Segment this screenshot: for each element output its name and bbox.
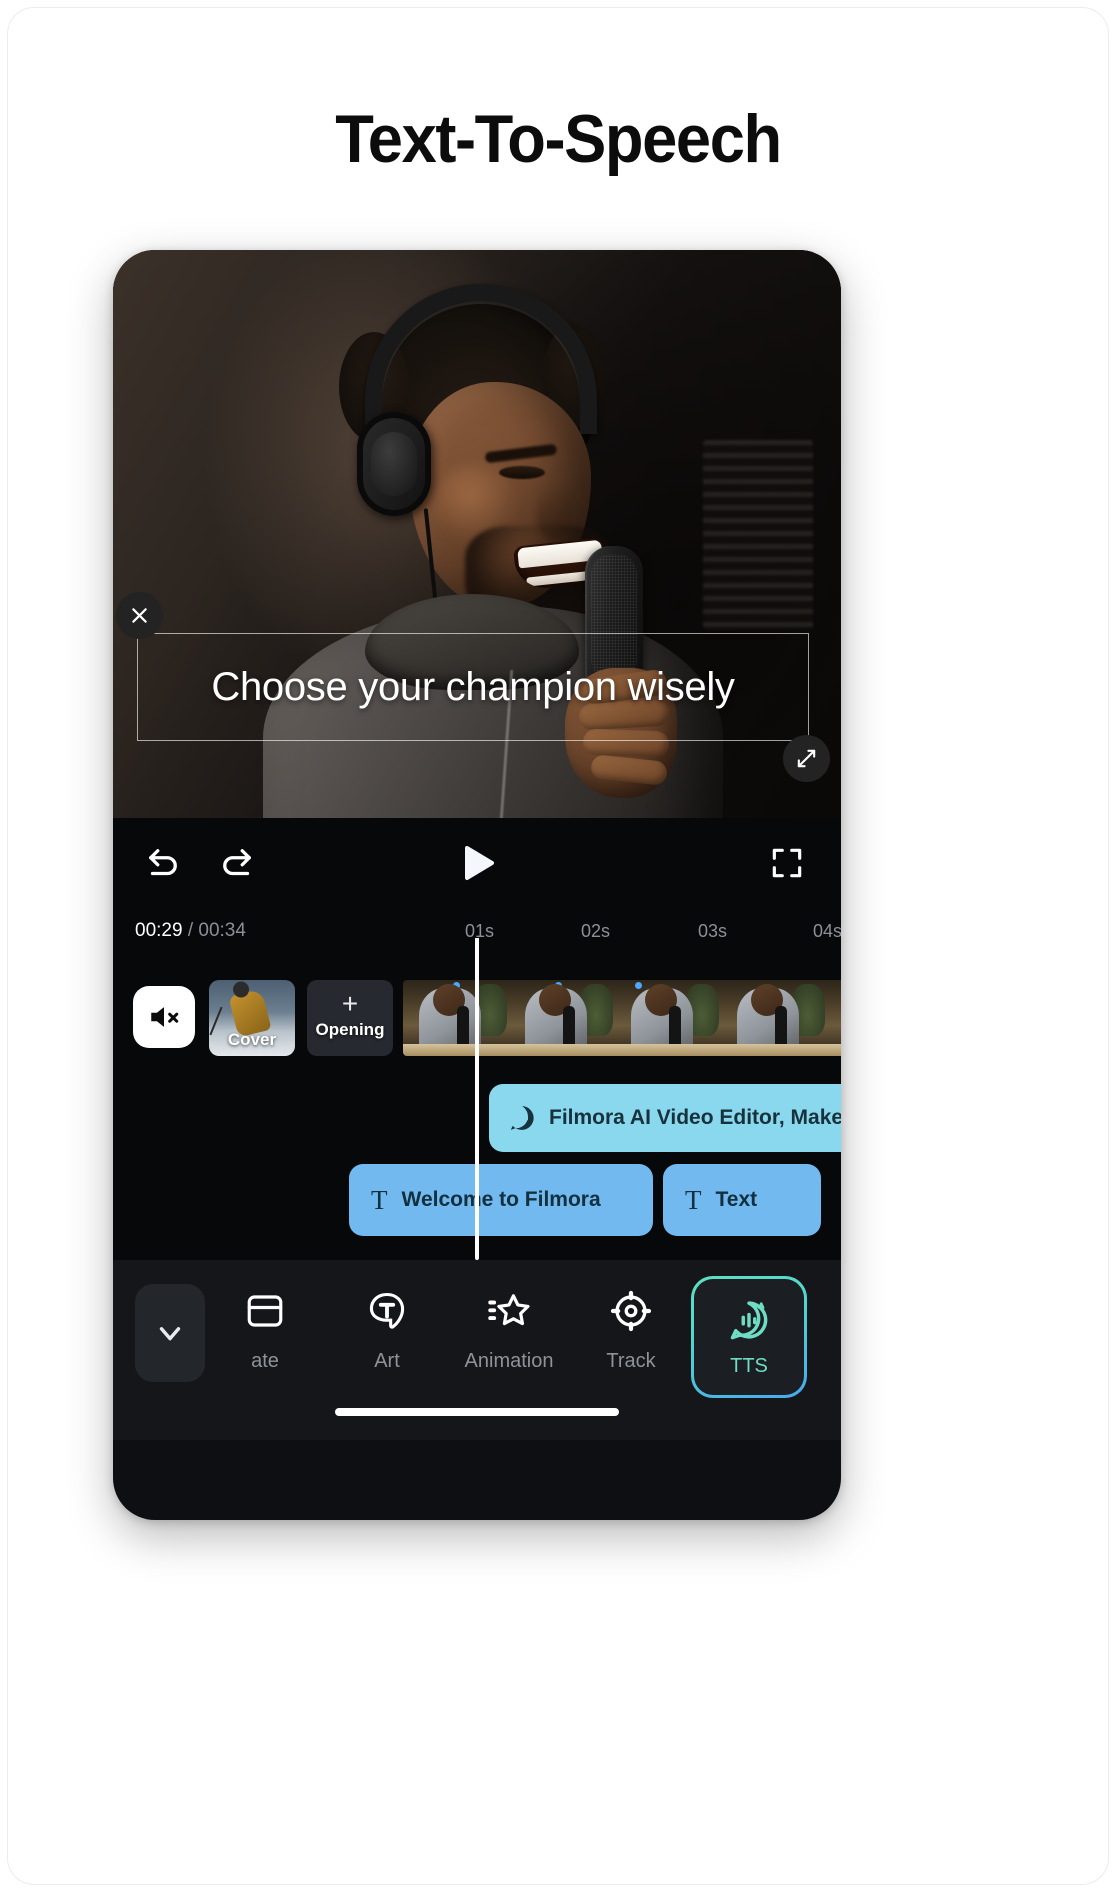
- ruler-tick: 01s: [465, 921, 495, 941]
- text-clip[interactable]: T Text: [663, 1164, 821, 1236]
- toolbar-item-label: ate: [251, 1350, 279, 1372]
- text-icon: T: [371, 1184, 388, 1215]
- resize-handle-icon[interactable]: [783, 735, 830, 782]
- fullscreen-icon[interactable]: [761, 837, 813, 889]
- ruler-tick: 04s: [813, 921, 841, 941]
- phone-mockup: Choose your champion wisely 00:29 / 00:3…: [113, 250, 841, 1520]
- mute-icon[interactable]: [133, 986, 195, 1048]
- caption-text: Choose your champion wisely: [211, 664, 735, 709]
- current-time: 00:29: [135, 920, 183, 941]
- headphones-earcup-icon: [357, 412, 431, 516]
- toolbar-item-tts[interactable]: TTS: [691, 1276, 807, 1398]
- video-frame: [827, 980, 841, 1056]
- redo-icon[interactable]: [211, 837, 263, 889]
- track-target-icon: [609, 1288, 653, 1334]
- toolbar-item-label: TTS: [730, 1354, 768, 1377]
- audio-clip-label: Filmora AI Video Editor, Maker: [549, 1106, 841, 1129]
- text-clip-label: Text: [715, 1188, 758, 1211]
- page-title: Text-To-Speech: [335, 101, 782, 177]
- animation-star-icon: [486, 1288, 532, 1334]
- ruler-tick: 03s: [698, 921, 728, 941]
- toolbar-item-label: Track: [606, 1350, 656, 1372]
- toolbar-item-template[interactable]: ate: [209, 1288, 321, 1373]
- video-frame: [721, 980, 827, 1056]
- toolbar-item-animation[interactable]: Animation: [453, 1288, 565, 1373]
- cover-clip[interactable]: Cover: [209, 980, 295, 1056]
- close-icon[interactable]: [116, 592, 163, 639]
- toolbar-item-label: Animation: [464, 1350, 554, 1372]
- add-opening-button[interactable]: + Opening: [307, 980, 393, 1056]
- background-panel: [703, 440, 813, 630]
- page-card: Text-To-Speech Choose your champion wise…: [8, 8, 1108, 1884]
- playhead[interactable]: [475, 938, 479, 992]
- cover-label: Cover: [227, 1030, 277, 1049]
- total-time: / 00:34: [187, 920, 246, 941]
- chevron-down-icon[interactable]: [135, 1284, 205, 1382]
- video-preview[interactable]: Choose your champion wisely: [113, 250, 841, 818]
- player-controls: [113, 818, 841, 908]
- toolbar-item-art[interactable]: Art: [331, 1288, 443, 1373]
- video-frame: [615, 980, 721, 1056]
- opening-label: Opening: [315, 1020, 385, 1039]
- text-clip[interactable]: T Welcome to Filmora: [349, 1164, 653, 1236]
- toolbar-item-preset[interactable]: Pr: [807, 1288, 841, 1373]
- playhead-line[interactable]: [475, 990, 479, 1260]
- voice-bubble-icon: [510, 1106, 534, 1130]
- template-icon: [244, 1288, 286, 1334]
- cover-thumbnail-detail: [209, 1006, 223, 1036]
- subject-eye: [499, 466, 545, 479]
- toolbar-item-track[interactable]: Track: [575, 1288, 687, 1373]
- audio-clip[interactable]: Filmora AI Video Editor, Maker: [489, 1084, 841, 1152]
- bottom-toolbar: ate Art Animation Track TTS: [113, 1260, 841, 1440]
- video-frame: [403, 980, 509, 1056]
- plus-icon: +: [341, 988, 359, 1019]
- text-clip-label: Welcome to Filmora: [401, 1188, 601, 1211]
- toolbar-item-label: Art: [374, 1350, 400, 1372]
- video-frame: [509, 980, 615, 1056]
- caption-overlay-box[interactable]: Choose your champion wisely: [116, 592, 830, 782]
- time-readout: 00:29 / 00:34: [135, 920, 246, 942]
- undo-icon[interactable]: [137, 837, 189, 889]
- text-art-icon: [365, 1288, 409, 1334]
- ruler-tick: 02s: [581, 921, 611, 941]
- home-indicator: [335, 1408, 619, 1416]
- play-icon[interactable]: [449, 835, 505, 891]
- tts-bubble-icon: [726, 1297, 772, 1343]
- video-track[interactable]: [403, 980, 841, 1056]
- text-icon: T: [685, 1184, 702, 1215]
